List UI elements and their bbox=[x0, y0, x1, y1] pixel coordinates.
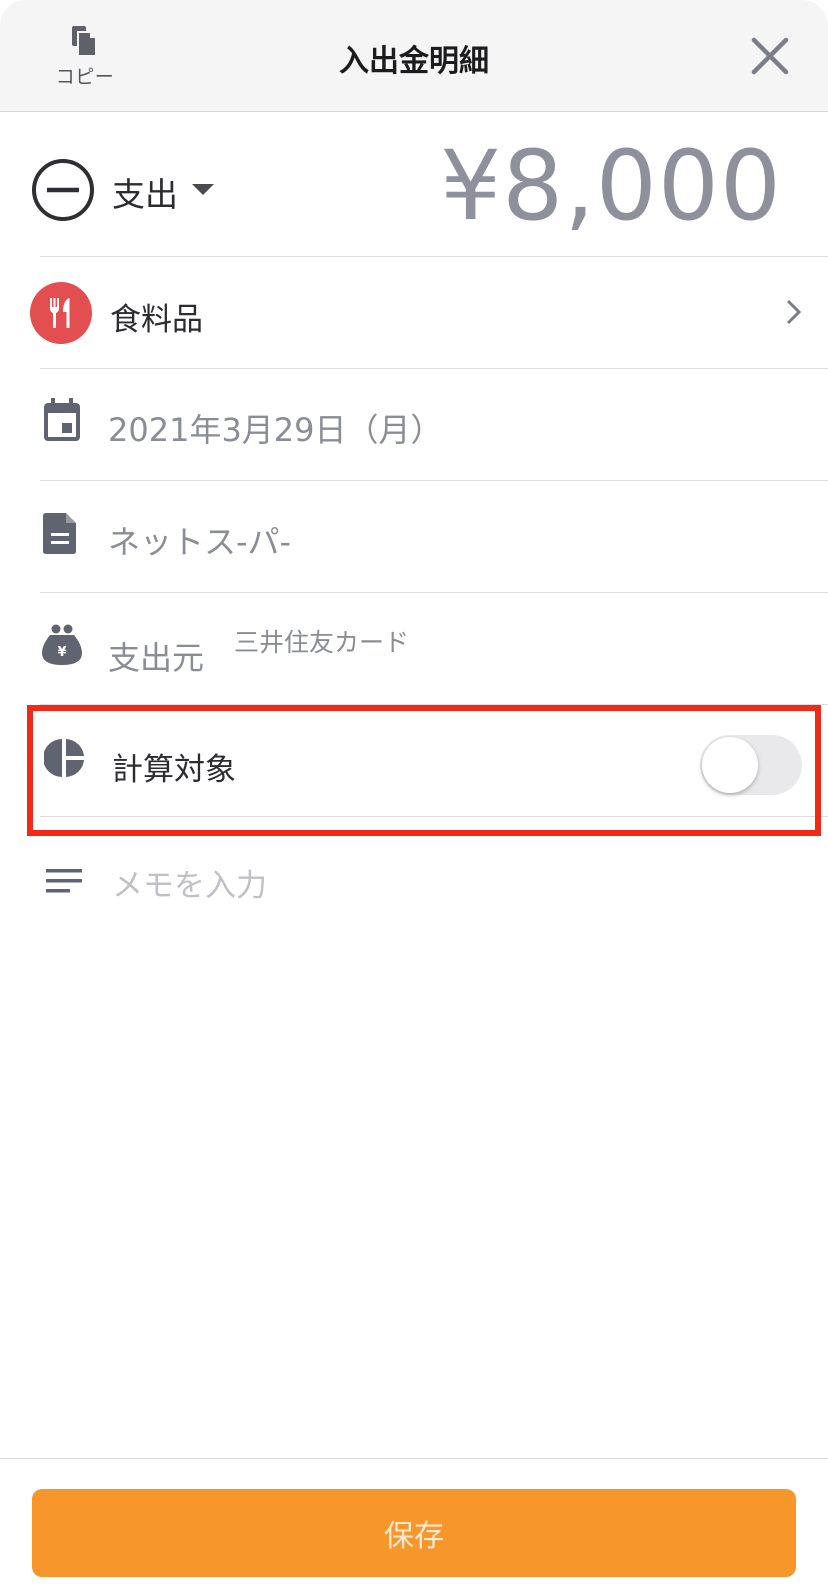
transaction-type-row: 支出 ¥8,000 bbox=[0, 112, 828, 257]
name-field[interactable]: ネットス-パ- bbox=[108, 517, 291, 563]
transaction-type-selector[interactable]: 支出 bbox=[112, 168, 178, 216]
pie-chart-icon bbox=[43, 737, 86, 783]
header-bar: コピー 入出金明細 bbox=[0, 0, 828, 112]
chevron-right-icon bbox=[784, 297, 804, 331]
calculation-target-toggle[interactable] bbox=[700, 735, 802, 795]
document-icon bbox=[42, 511, 78, 559]
category-label: 食料品 bbox=[110, 302, 203, 338]
wallet-yen-icon: ¥ bbox=[42, 623, 82, 671]
source-value[interactable]: 三井住友カード bbox=[234, 623, 409, 659]
calculation-target-row: 計算対象 bbox=[0, 705, 828, 817]
footer-bar: 保存 bbox=[0, 1458, 828, 1593]
close-icon bbox=[748, 37, 792, 82]
date-row[interactable]: 2021年3月29日（月） bbox=[0, 369, 828, 481]
memo-row[interactable]: メモを入力 bbox=[0, 836, 828, 926]
save-button[interactable]: 保存 bbox=[32, 1489, 796, 1577]
transaction-detail-screen: コピー 入出金明細 支出 ¥8,000 食料品 2021年3月29日（月） ネッ… bbox=[0, 0, 828, 1593]
toggle-knob bbox=[702, 737, 758, 793]
lines-icon bbox=[46, 866, 82, 900]
svg-text:¥: ¥ bbox=[57, 645, 66, 660]
page-title: 入出金明細 bbox=[339, 44, 489, 79]
fork-knife-icon bbox=[30, 282, 92, 344]
amount-value[interactable]: ¥8,000 bbox=[440, 130, 782, 242]
caret-down-icon[interactable] bbox=[192, 184, 214, 195]
category-row[interactable]: 食料品 bbox=[0, 257, 828, 369]
memo-input[interactable]: メモを入力 bbox=[112, 860, 267, 905]
source-row[interactable]: ¥ 支出元 三井住友カード bbox=[0, 593, 828, 705]
source-label: 支出元 bbox=[108, 639, 205, 677]
divider bbox=[40, 816, 828, 817]
name-row[interactable]: ネットス-パ- bbox=[0, 481, 828, 593]
calendar-icon bbox=[42, 397, 82, 447]
date-value: 2021年3月29日（月） bbox=[108, 411, 443, 449]
minus-circle-icon[interactable] bbox=[30, 157, 96, 227]
calculation-target-label: 計算対象 bbox=[112, 752, 236, 788]
close-button[interactable] bbox=[748, 34, 792, 78]
